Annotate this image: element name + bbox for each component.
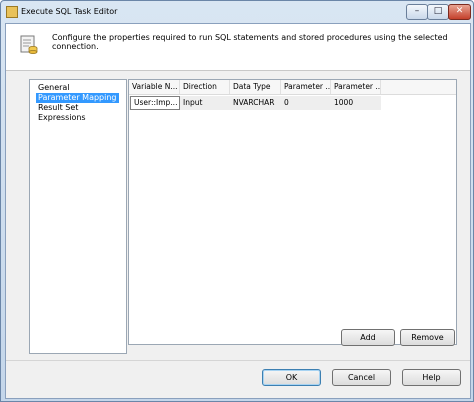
column-header-direction[interactable]: Direction xyxy=(180,80,230,94)
help-button[interactable]: Help xyxy=(402,369,461,386)
nav-item-expressions[interactable]: Expressions xyxy=(36,113,88,123)
cell-data-type[interactable]: NVARCHAR xyxy=(230,96,281,110)
nav-item-parameter-mapping[interactable]: Parameter Mapping xyxy=(36,93,119,103)
minimize-button[interactable]: – xyxy=(406,4,428,20)
cell-variable-name[interactable]: User::Imp... xyxy=(130,96,180,110)
column-header-parameter-size[interactable]: Parameter ... xyxy=(331,80,381,94)
dialog-description: Configure the properties required to run… xyxy=(52,33,448,51)
page-navigation-list: General Parameter Mapping Result Set Exp… xyxy=(29,79,127,354)
cell-parameter-name[interactable]: 0 xyxy=(281,96,331,110)
add-button[interactable]: Add xyxy=(341,329,395,346)
dialog-header: Configure the properties required to run… xyxy=(6,24,470,71)
execute-sql-task-editor-window: Execute SQL Task Editor – □ ✕ Configure … xyxy=(0,0,474,402)
close-button[interactable]: ✕ xyxy=(448,4,471,20)
maximize-button[interactable]: □ xyxy=(427,4,449,20)
grid-header-row: Variable N... Direction Data Type Parame… xyxy=(129,80,456,95)
remove-button[interactable]: Remove xyxy=(400,329,455,346)
sql-task-icon xyxy=(20,35,38,54)
dialog-body: Configure the properties required to run… xyxy=(5,23,471,399)
cell-parameter-size[interactable]: 1000 xyxy=(331,96,381,110)
cell-direction[interactable]: Input xyxy=(180,96,230,110)
nav-item-general[interactable]: General xyxy=(36,83,72,93)
app-icon xyxy=(6,6,18,18)
column-header-data-type[interactable]: Data Type xyxy=(230,80,281,94)
column-header-variable-name[interactable]: Variable N... xyxy=(129,80,180,94)
column-header-parameter-name[interactable]: Parameter ... xyxy=(281,80,331,94)
ok-button[interactable]: OK xyxy=(262,369,321,386)
table-row[interactable]: User::Imp... Input NVARCHAR 0 1000 xyxy=(129,96,381,110)
nav-item-result-set[interactable]: Result Set xyxy=(36,103,80,113)
title-bar[interactable]: Execute SQL Task Editor – □ ✕ xyxy=(1,1,473,23)
parameter-mapping-grid[interactable]: Variable N... Direction Data Type Parame… xyxy=(128,79,457,345)
window-title: Execute SQL Task Editor xyxy=(21,7,118,16)
bottom-separator xyxy=(6,360,470,361)
cancel-button[interactable]: Cancel xyxy=(332,369,391,386)
